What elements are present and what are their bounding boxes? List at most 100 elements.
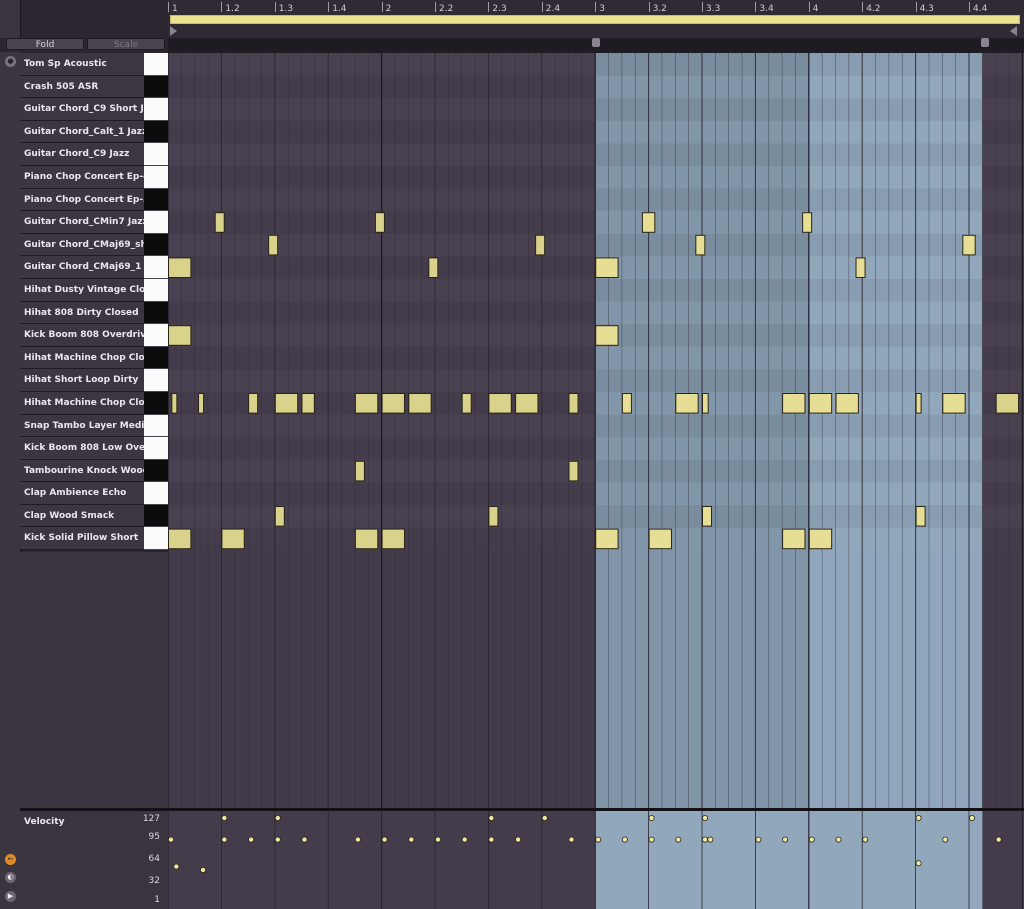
velocity-marker[interactable] [221,836,228,843]
lane-name[interactable]: Guitar Chord_CMaj69_1 J [20,256,144,279]
velocity-marker[interactable] [434,836,441,843]
midi-note[interactable] [835,393,859,414]
loop-brace[interactable] [170,15,1020,24]
piano-key[interactable] [144,437,168,460]
velocity-marker[interactable] [248,836,255,843]
velocity-marker[interactable] [541,815,548,821]
collapse-icon[interactable]: ● [5,56,16,67]
velocity-marker[interactable] [915,860,922,867]
piano-key[interactable] [144,414,168,438]
midi-note[interactable] [198,393,205,414]
midi-note[interactable] [354,460,365,482]
midi-note[interactable] [695,234,706,256]
note-grid[interactable] [168,53,1024,808]
velocity-marker[interactable] [621,836,628,843]
piano-key[interactable] [144,53,168,76]
midi-note[interactable] [808,393,833,414]
velocity-marker[interactable] [274,815,281,821]
velocity-marker[interactable] [648,815,655,821]
piano-key[interactable] [144,120,168,144]
velocity-marker[interactable] [702,836,709,843]
loop-start-icon[interactable] [170,26,177,36]
velocity-marker[interactable] [221,815,228,821]
midi-note[interactable] [221,528,245,550]
lane-name[interactable]: Hihat Machine Chop Close [20,391,144,415]
midi-note[interactable] [461,393,472,414]
piano-key[interactable] [144,301,168,325]
midi-note[interactable] [675,393,699,414]
midi-note[interactable] [301,393,315,414]
velocity-marker[interactable] [274,836,281,843]
velocity-lane[interactable] [168,808,1024,909]
end-marker-icon[interactable] [981,38,989,47]
lane-name[interactable]: Kick Boom 808 Low Overdr [20,437,144,460]
velocity-marker[interactable] [408,836,415,843]
lane-name[interactable]: Hihat Machine Chop Close [20,346,144,370]
velocity-marker[interactable] [915,815,922,821]
velocity-marker[interactable] [200,866,207,873]
midi-note[interactable] [915,506,926,527]
piano-key[interactable] [144,188,168,212]
piano-key[interactable] [144,165,168,189]
lane-name[interactable]: Tom Sp Acoustic [20,53,144,76]
midi-note[interactable] [855,257,866,278]
play-icon[interactable]: ▶ [5,891,16,902]
velocity-marker[interactable] [782,836,789,843]
midi-note[interactable] [374,212,385,233]
velocity-marker[interactable] [808,836,815,843]
velocity-marker[interactable] [862,836,869,843]
note-grid-canvas[interactable] [168,53,1024,808]
fold-button[interactable]: Fold [6,38,84,50]
midi-note[interactable] [168,257,192,278]
velocity-marker[interactable] [835,836,842,843]
lane-name[interactable]: Hihat Short Loop Dirty [20,369,144,392]
midi-note[interactable] [808,528,833,550]
velocity-marker[interactable] [173,863,180,870]
midi-note[interactable] [168,325,192,346]
lane-name[interactable]: Clap Ambience Echo [20,482,144,505]
midi-note[interactable] [802,212,813,233]
midi-note[interactable] [641,212,656,233]
lane-name[interactable]: Clap Wood Smack [20,504,144,528]
lane-name[interactable]: Kick Solid Pillow Short [20,527,144,551]
velocity-marker[interactable] [755,836,762,843]
velocity-marker[interactable] [568,836,575,843]
midi-note[interactable] [782,528,806,550]
lane-name[interactable]: Tambourine Knock Wood S [20,459,144,483]
midi-note[interactable] [962,234,976,256]
midi-note[interactable] [381,393,405,414]
piano-key[interactable] [144,324,168,347]
midi-note[interactable] [354,393,379,414]
velocity-marker[interactable] [488,815,495,821]
piano-key[interactable] [144,143,168,166]
midi-note[interactable] [648,528,672,550]
midi-note[interactable] [274,393,299,414]
midi-note[interactable] [995,393,1020,414]
piano-key[interactable] [144,504,168,528]
velocity-marker[interactable] [381,836,388,843]
velocity-marker[interactable] [995,836,1002,843]
midi-note[interactable] [488,393,512,414]
lane-name[interactable]: Guitar Chord_Calt_1 Jazz [20,120,144,144]
midi-note[interactable] [488,506,499,527]
loop-end-icon[interactable] [1010,26,1017,36]
midi-note[interactable] [381,528,405,550]
piano-key[interactable] [144,75,168,99]
scale-button[interactable]: Scale [87,38,165,50]
midi-note[interactable] [702,506,713,527]
piano-key[interactable] [144,346,168,370]
midi-note[interactable] [515,393,539,414]
midi-note[interactable] [621,393,632,414]
velocity-marker[interactable] [515,836,522,843]
start-marker-icon[interactable] [592,38,600,47]
velocity-marker[interactable] [595,836,602,843]
lane-name[interactable]: Piano Chop Concert Ep-3 [20,188,144,212]
velocity-marker[interactable] [461,836,468,843]
midi-note[interactable] [214,212,225,233]
piano-key[interactable] [144,369,168,392]
piano-key[interactable] [144,278,168,302]
lane-name[interactable]: Guitar Chord_CMaj69_sho [20,233,144,257]
previous-icon[interactable]: ← [5,854,16,865]
velocity-marker[interactable] [707,836,714,843]
midi-note[interactable] [568,393,579,414]
